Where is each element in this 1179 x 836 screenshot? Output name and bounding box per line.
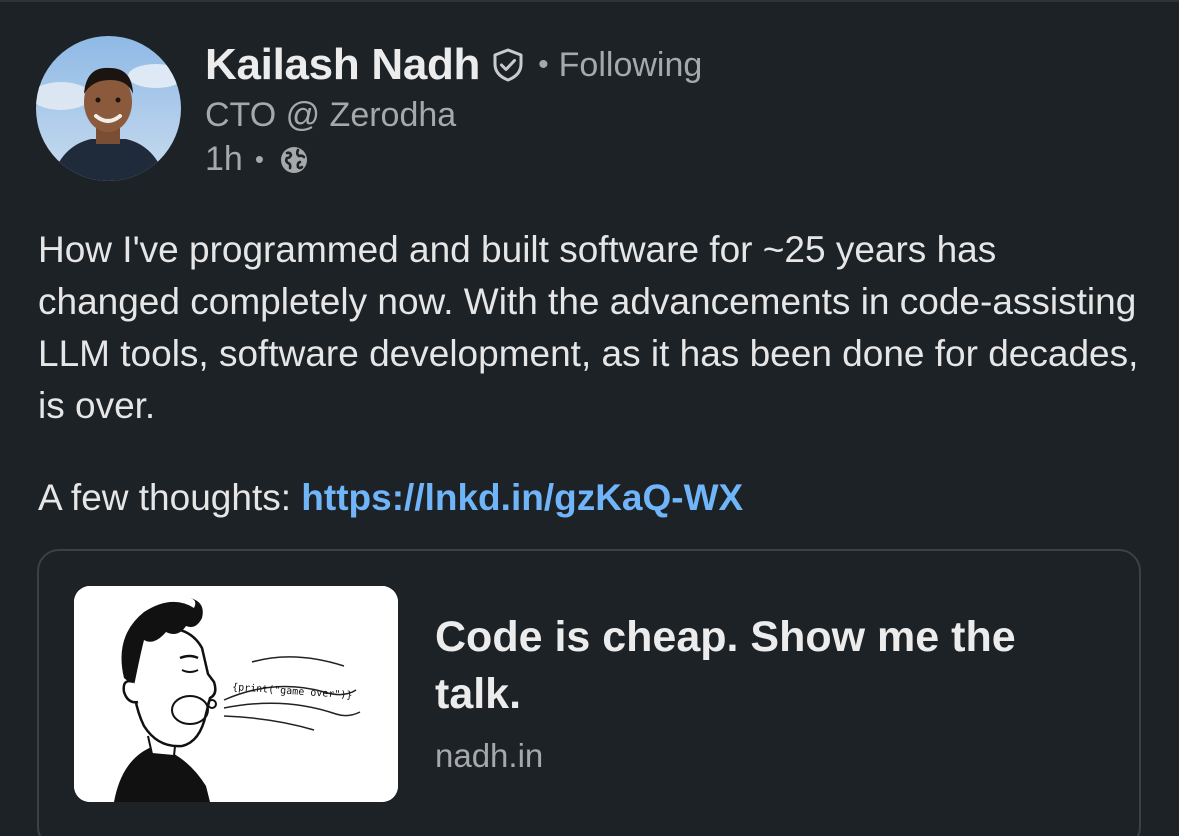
separator-dot: •	[538, 48, 549, 81]
connection-status[interactable]: Following	[559, 46, 703, 85]
author-avatar[interactable]	[36, 36, 181, 181]
preview-domain: nadh.in	[435, 737, 544, 774]
separator-dot: •	[254, 144, 264, 174]
post-timestamp: 1h	[205, 140, 243, 178]
feed-post: Kailash Nadh • Following CTO @ Zerodha 1…	[0, 0, 1179, 836]
preview-title[interactable]: Code is cheap. Show me the talk.	[435, 609, 1075, 723]
preview-thumbnail: {print("game over")}	[74, 586, 398, 802]
post-link[interactable]: https://lnkd.in/gzKaQ-WX	[301, 477, 743, 518]
link-preview-card[interactable]: {print("game over")} Code is cheap. Show…	[37, 549, 1141, 836]
globe-icon	[278, 144, 310, 176]
author-name-row: Kailash Nadh • Following	[205, 40, 702, 90]
post-body: How I've programmed and built software f…	[38, 229, 1139, 426]
thoughts-label: A few thoughts:	[38, 477, 302, 518]
divider	[0, 0, 1179, 2]
verified-shield-icon	[490, 47, 526, 83]
author-headline: CTO @ Zerodha	[205, 96, 457, 134]
author-name[interactable]: Kailash Nadh	[205, 40, 480, 90]
post-meta: 1h •	[205, 140, 310, 179]
post-thoughts-line: A few thoughts: https://lnkd.in/gzKaQ-WX	[38, 472, 743, 524]
